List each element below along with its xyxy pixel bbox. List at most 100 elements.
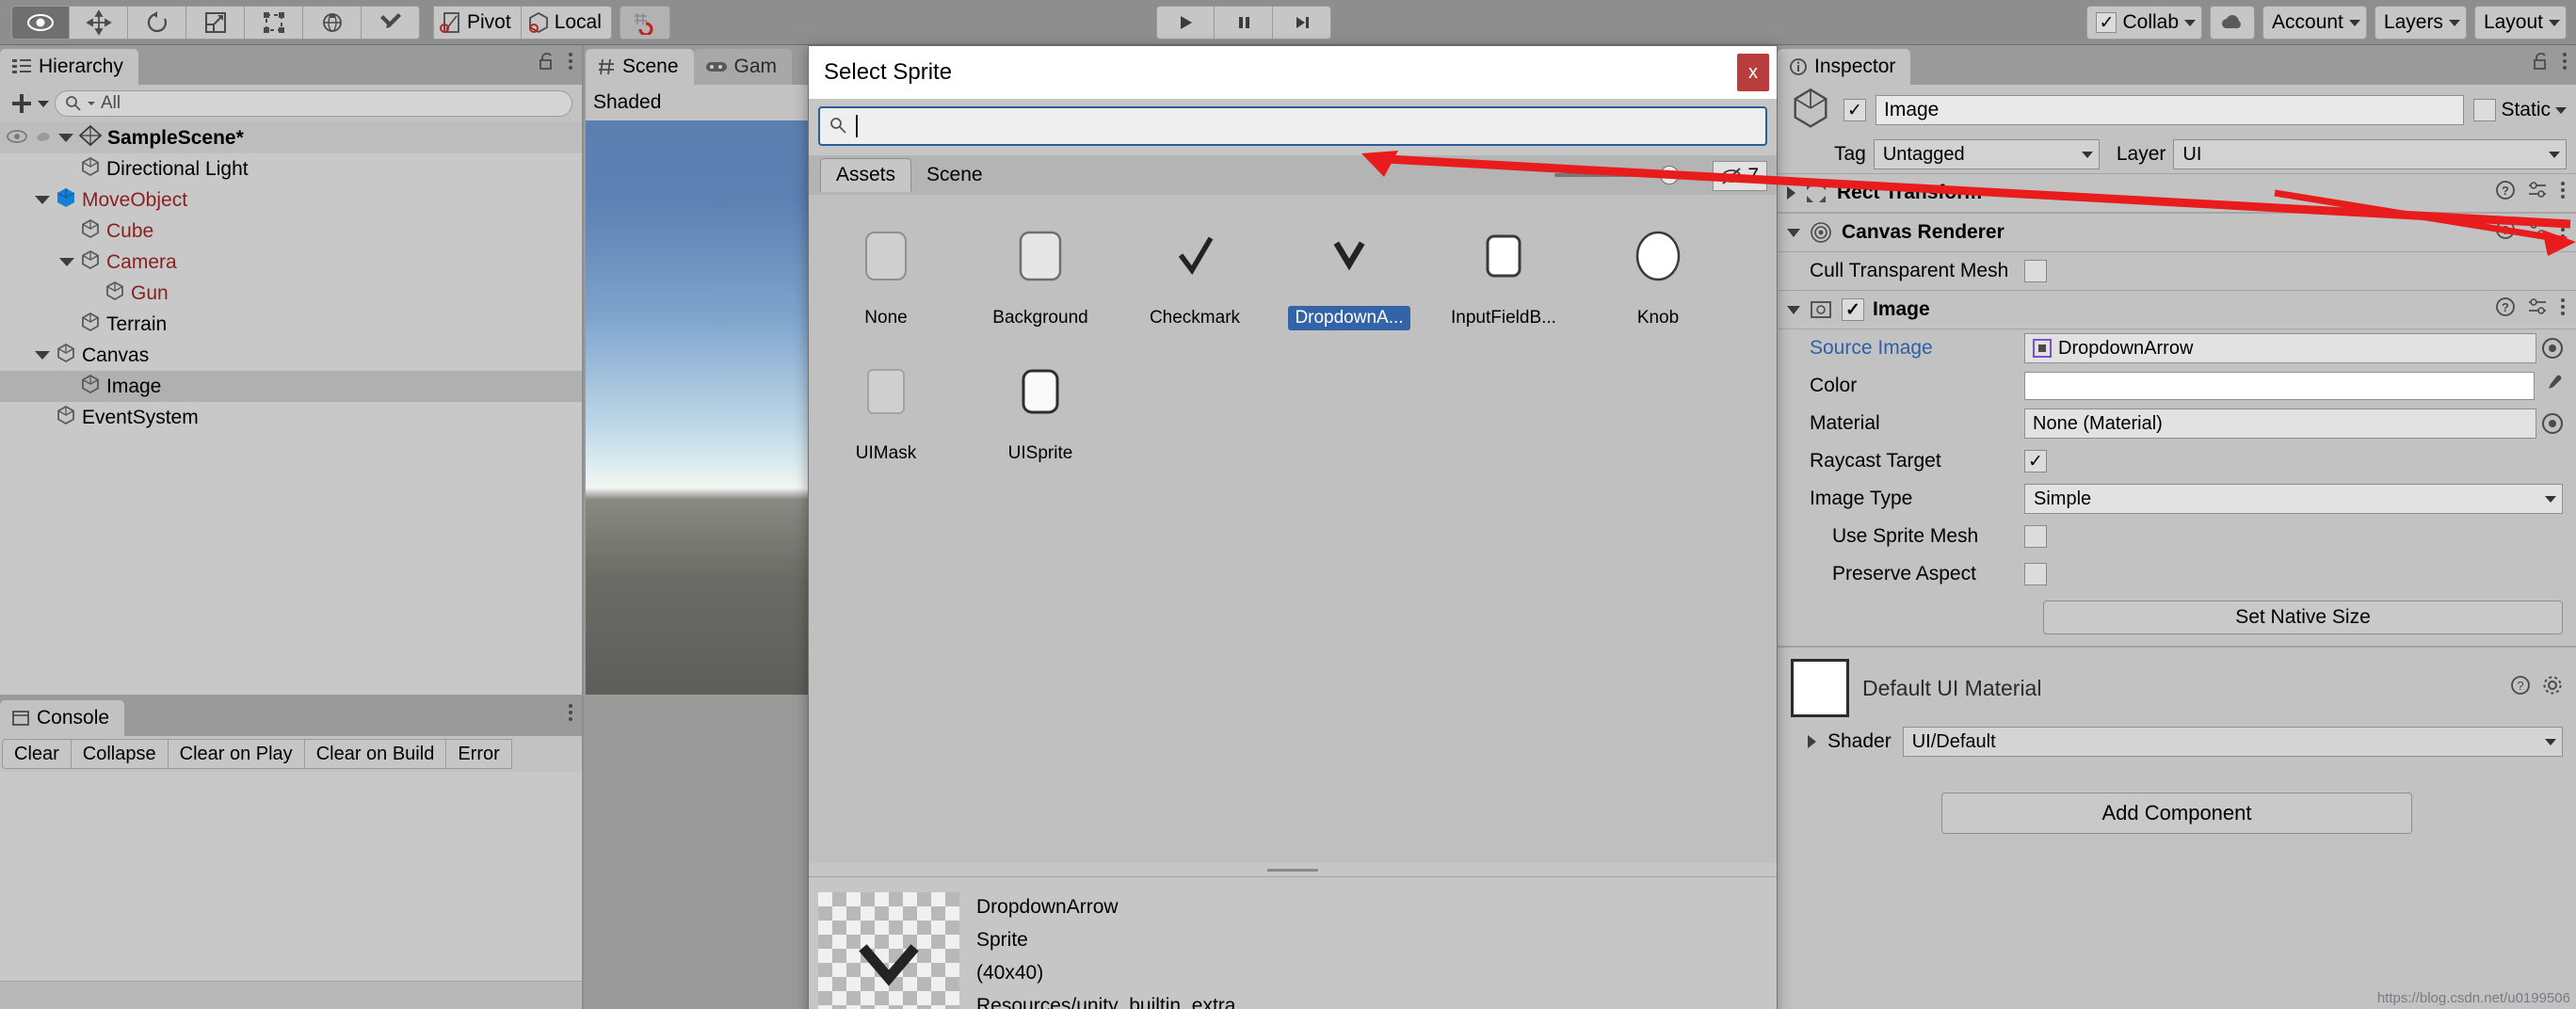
kebab-menu-icon[interactable] — [2559, 219, 2567, 246]
hand-tool-button[interactable] — [11, 5, 70, 40]
pickability-icon[interactable] — [33, 127, 54, 150]
sprite-item-checkmark[interactable]: Checkmark — [1118, 219, 1272, 330]
slider-knob[interactable] — [1660, 166, 1679, 184]
preset-icon[interactable] — [2527, 219, 2548, 246]
hierarchy-item-terrain[interactable]: Terrain — [0, 309, 582, 340]
kebab-menu-icon[interactable] — [567, 702, 574, 729]
visibility-toggle[interactable]: 7 — [1713, 161, 1767, 191]
tag-dropdown[interactable]: Untagged — [1873, 139, 2100, 169]
shading-mode-label[interactable]: Shaded — [593, 91, 661, 114]
hierarchy-item-directional-light[interactable]: Directional Light — [0, 153, 582, 184]
eyedropper-icon[interactable] — [2542, 373, 2563, 399]
rotate-tool-button[interactable] — [128, 5, 186, 40]
console-log-area[interactable] — [0, 772, 582, 981]
sprite-grid[interactable]: None Background Checkmark DropdownA... Input… — [809, 195, 1777, 863]
kebab-menu-icon[interactable] — [567, 51, 574, 77]
cull-transparent-mesh-checkbox[interactable] — [2024, 260, 2047, 282]
hierarchy-tree[interactable]: SampleScene* Directional Light MoveObject C… — [0, 122, 582, 695]
chevron-down-icon[interactable] — [2555, 106, 2567, 114]
pause-button[interactable] — [1215, 6, 1273, 40]
add-component-button[interactable]: Add Component — [1941, 793, 2412, 834]
kebab-menu-icon[interactable] — [2559, 180, 2567, 206]
component-header-image[interactable]: ✓ Image ? — [1778, 290, 2576, 329]
console-button-collapse[interactable]: Collapse — [71, 739, 169, 769]
chevron-down-icon[interactable] — [59, 258, 74, 266]
tab-inspector[interactable]: Inspector — [1778, 49, 1911, 85]
sprite-item-background[interactable]: Background — [963, 219, 1118, 330]
console-button-clear-on-play[interactable]: Clear on Play — [168, 739, 305, 769]
hierarchy-search-input[interactable]: All — [55, 90, 572, 117]
hierarchy-item-gun[interactable]: Gun — [0, 278, 582, 309]
move-tool-button[interactable] — [70, 5, 128, 40]
local-button[interactable]: Local — [521, 5, 612, 40]
layout-button[interactable]: Layout — [2473, 6, 2567, 40]
image-type-dropdown[interactable]: Simple — [2024, 484, 2563, 514]
tab-console[interactable]: Console — [0, 700, 125, 736]
chevron-down-icon[interactable] — [35, 351, 50, 360]
object-enabled-checkbox[interactable]: ✓ — [1843, 99, 1866, 121]
sprite-item-uisprite[interactable]: UISprite — [963, 355, 1118, 466]
layer-dropdown[interactable]: UI — [2173, 139, 2567, 169]
sprite-search-input[interactable] — [818, 106, 1767, 146]
lock-icon[interactable] — [539, 52, 555, 76]
sprite-item-dropdowna[interactable]: DropdownA... — [1272, 219, 1426, 330]
scale-tool-button[interactable] — [186, 5, 245, 40]
tab-scene[interactable]: Scene — [911, 158, 998, 192]
kebab-menu-icon[interactable] — [2559, 296, 2567, 323]
component-header-canvas-renderer[interactable]: Canvas Renderer ? — [1778, 213, 2576, 252]
scene-viewport[interactable] — [586, 120, 834, 695]
chevron-down-icon[interactable] — [1787, 305, 1800, 314]
object-name-field[interactable]: Image — [1876, 95, 2465, 125]
chevron-right-icon[interactable] — [1808, 735, 1816, 748]
tab-game[interactable]: Gam — [693, 49, 793, 85]
kebab-menu-icon[interactable] — [2561, 51, 2568, 77]
pivot-button[interactable]: Pivot — [433, 5, 522, 40]
preset-icon[interactable] — [2527, 296, 2548, 323]
sprite-item-uimask[interactable]: UIMask — [809, 355, 963, 466]
set-native-size-button[interactable]: Set Native Size — [2043, 601, 2563, 634]
color-swatch-field[interactable] — [2024, 372, 2535, 400]
console-button-clear-on-build[interactable]: Clear on Build — [304, 739, 447, 769]
chevron-down-icon[interactable] — [1787, 228, 1800, 237]
collab-button[interactable]: ✓ Collab — [2086, 6, 2203, 40]
console-button-error[interactable]: Error — [446, 739, 512, 769]
custom-tool-button[interactable] — [362, 5, 420, 40]
sprite-item-inputfieldb[interactable]: InputFieldB... — [1426, 219, 1581, 330]
hierarchy-item-canvas[interactable]: Canvas — [0, 340, 582, 371]
help-icon[interactable]: ? — [2495, 180, 2516, 206]
account-button[interactable]: Account — [2262, 6, 2367, 40]
source-image-object-field[interactable]: DropdownArrow — [2024, 333, 2536, 363]
image-enabled-checkbox[interactable]: ✓ — [1842, 298, 1864, 321]
hierarchy-item-camera[interactable]: Camera — [0, 247, 582, 278]
grid-snap-button[interactable] — [619, 5, 670, 40]
material-picker-button[interactable] — [2542, 413, 2563, 434]
chevron-down-icon[interactable] — [35, 196, 50, 204]
lock-icon[interactable] — [2533, 52, 2550, 76]
preset-icon[interactable] — [2527, 180, 2548, 206]
help-icon[interactable]: ? — [2510, 675, 2531, 701]
tab-assets[interactable]: Assets — [820, 158, 912, 192]
source-image-picker-button[interactable] — [2542, 338, 2563, 359]
static-checkbox[interactable] — [2473, 99, 2497, 121]
cloud-button[interactable] — [2210, 6, 2256, 40]
static-toggle[interactable]: Static — [2473, 99, 2567, 121]
transform-tool-button[interactable] — [303, 5, 362, 40]
thumbnail-size-slider[interactable] — [1554, 166, 1686, 184]
console-button-clear[interactable]: Clear — [2, 739, 72, 769]
chevron-right-icon[interactable] — [1787, 186, 1795, 200]
tab-scene[interactable]: Scene — [586, 49, 694, 85]
hierarchy-item-samplescene[interactable]: SampleScene* — [0, 122, 582, 153]
hierarchy-item-image[interactable]: Image — [0, 371, 582, 402]
visibility-icon[interactable] — [6, 127, 28, 150]
help-icon[interactable]: ? — [2495, 296, 2516, 323]
sprite-item-none[interactable]: None — [809, 219, 963, 330]
shader-dropdown[interactable]: UI/Default — [1902, 727, 2563, 757]
layers-button[interactable]: Layers — [2374, 6, 2467, 40]
component-header-rect-transform[interactable]: Rect Transform ? — [1778, 173, 2576, 213]
raycast-target-checkbox[interactable]: ✓ — [2024, 450, 2047, 472]
chevron-down-icon[interactable] — [58, 134, 73, 142]
hierarchy-item-moveobject[interactable]: MoveObject — [0, 184, 582, 216]
sprite-item-knob[interactable]: Knob — [1581, 219, 1735, 330]
resize-grabber[interactable] — [809, 863, 1777, 876]
hierarchy-item-eventsystem[interactable]: EventSystem — [0, 402, 582, 433]
